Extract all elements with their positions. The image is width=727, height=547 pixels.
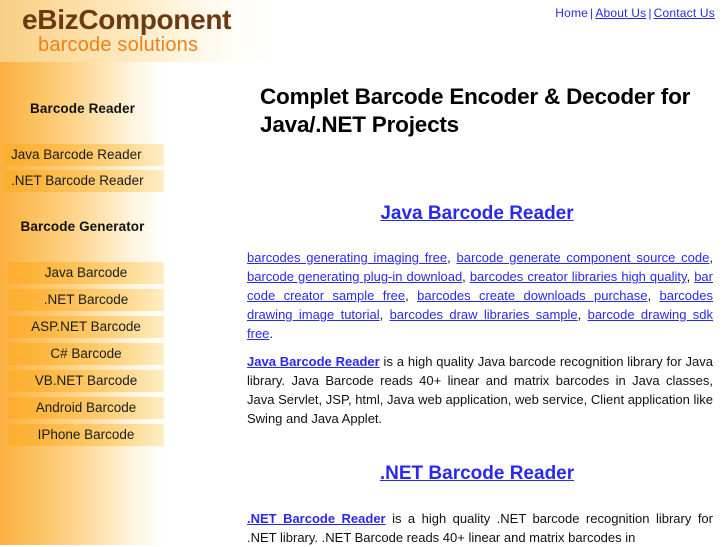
sidebar-item-net-barcode[interactable]: .NET Barcode [8,289,164,311]
site-logo[interactable]: eBizComponent barcode solutions [0,0,290,62]
section-heading-java-barcode-reader-text: Java Barcode Reader [380,203,574,224]
keyword-separator: , [709,250,713,265]
logo-wordmark: eBizComponent [22,4,232,35]
sidebar-heading-barcode-generator: Barcode Generator [20,219,145,234]
sidebar-item-net-barcode-reader[interactable]: .NET Barcode Reader [4,170,164,192]
page-title: Complet Barcode Encoder & Decoder for Ja… [260,84,691,138]
net-description-paragraph: .NET Barcode Reader is a high quality .N… [247,509,713,547]
keyword-link[interactable]: barcode generate component source code [457,250,710,265]
keyword-separator: . [269,326,274,341]
net-barcode-reader-inline-link[interactable]: .NET Barcode Reader [247,511,386,526]
sidebar-item-aspnet-barcode[interactable]: ASP.NET Barcode [8,316,164,338]
keyword-link-paragraph: barcodes generating imaging free, barcod… [247,248,713,343]
keyword-link[interactable]: barcodes create downloads purchase [417,288,647,303]
keyword-link[interactable]: barcodes draw libraries sample [390,307,578,322]
sidebar: Barcode Reader Java Barcode Reader .NET … [0,0,172,545]
keyword-separator: , [379,307,390,322]
main-content: Complet Barcode Encoder & Decoder for Ja… [240,0,714,545]
sidebar-item-java-barcode-reader[interactable]: Java Barcode Reader [4,144,164,166]
logo-tagline: barcode solutions [38,34,199,56]
keyword-separator: , [447,250,457,265]
sidebar-item-iphone-barcode[interactable]: IPhone Barcode [8,424,164,446]
sidebar-heading-barcode-reader: Barcode Reader [30,101,135,116]
keyword-separator: , [405,288,418,303]
section-heading-net-barcode-reader-text: .NET Barcode Reader [379,463,575,484]
keyword-separator: , [577,307,588,322]
sidebar-item-csharp-barcode[interactable]: C# Barcode [8,343,164,365]
keyword-link[interactable]: barcodes generating imaging free [247,250,447,265]
keyword-link[interactable]: barcode generating plug-in download [247,269,462,284]
java-barcode-reader-inline-link[interactable]: Java Barcode Reader [247,354,380,369]
keyword-separator: , [647,288,660,303]
sidebar-item-java-barcode[interactable]: Java Barcode [8,262,164,284]
java-description-paragraph: Java Barcode Reader is a high quality Ja… [247,352,713,428]
section-heading-java-barcode-reader[interactable]: Java Barcode Reader [240,203,714,225]
keyword-separator: , [462,269,470,284]
sidebar-item-vbnet-barcode[interactable]: VB.NET Barcode [8,370,164,392]
section-heading-net-barcode-reader[interactable]: .NET Barcode Reader [240,463,714,485]
sidebar-item-android-barcode[interactable]: Android Barcode [8,397,164,419]
keyword-link[interactable]: barcodes creator libraries high quality [470,269,687,284]
